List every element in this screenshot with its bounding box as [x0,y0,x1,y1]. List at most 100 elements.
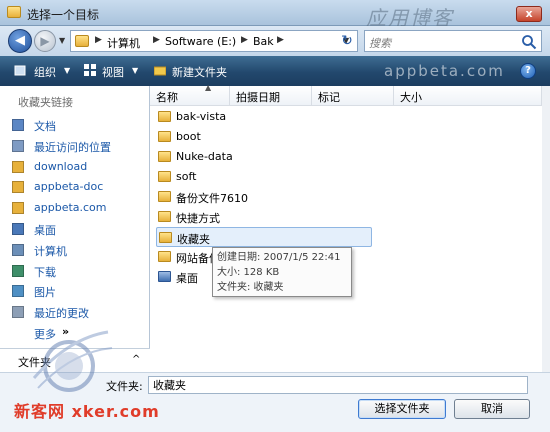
help-icon: ? [525,65,531,76]
recent-changes-icon [12,306,24,319]
watermark-site-text: 新客网 xker.com [14,402,160,421]
file-name: 快捷方式 [176,212,220,225]
sidebar-item-label: download [34,159,88,173]
chevron-down-icon[interactable]: ▼ [64,66,70,75]
folder-icon [75,35,89,47]
breadcrumb-bak[interactable]: Bak [253,35,274,48]
new-folder-button[interactable]: 新建文件夹 [172,64,227,80]
window-title: 选择一个目标 [27,8,100,22]
sidebar-item[interactable]: appbeta.com [10,199,146,217]
chevron-down-icon[interactable]: ▼ [132,66,138,75]
desktop-icon [158,271,171,282]
column-label: 名称 [156,91,178,104]
sidebar-item-label: 下载 [34,265,56,279]
sidebar-item[interactable]: 计算机 [10,241,146,259]
breadcrumb-computer[interactable]: 计算机 [107,35,140,51]
breadcrumb-chevron-icon[interactable]: ▶ [277,35,284,45]
folder-icon [158,211,171,222]
file-list-item[interactable]: Nuke-data [156,147,372,167]
search-icon[interactable] [521,34,537,50]
column-header-name[interactable]: 名称 ▲ [150,83,230,106]
column-label: 大小 [400,91,422,104]
sidebar-item-label: 计算机 [34,244,67,258]
breadcrumb-chevron-icon[interactable]: ▶ [95,35,102,45]
file-list-item[interactable]: bak-vista [156,107,372,127]
file-list-item[interactable]: 快捷方式 [156,207,372,227]
cancel-button[interactable]: 取消 [454,399,530,419]
forward-arrow-icon: ▶ [40,34,50,48]
downloads-icon [12,264,24,277]
folder-icon [158,191,171,202]
file-name: 收藏夹 [177,233,210,246]
desktop-icon [12,223,24,235]
sidebar-item[interactable]: 文档 [10,116,146,134]
watermark-globe-logo [32,330,113,392]
file-name: 桌面 [176,272,198,285]
tooltip-created: 创建日期: 2007/1/5 22:41 [217,252,341,263]
file-list-item[interactable]: 备份文件7610 [156,187,372,207]
file-name: Nuke-data [176,150,233,163]
select-folder-button[interactable]: 选择文件夹 [358,399,446,419]
sidebar-item[interactable]: 最近访问的位置 [10,137,146,155]
file-name: boot [176,130,201,143]
search-input[interactable]: 搜索 [364,30,542,52]
address-row: ◀ ▶ ▼ ▶ 计算机 ▶ Software (E:) ▶ Bak ▶ ▼ ↻ … [0,26,550,56]
sidebar-item-label: 最近访问的位置 [34,140,111,154]
organize-button[interactable]: 组织 [34,64,56,80]
forward-button[interactable]: ▶ [34,30,56,52]
column-label: 拍摄日期 [236,91,280,104]
pictures-icon [12,285,24,298]
file-list-item[interactable]: soft [156,167,372,187]
file-list-item[interactable]: boot [156,127,372,147]
search-placeholder: 搜索 [369,37,391,50]
tooltip-size: 大小: 128 KB [217,267,280,278]
vertical-scrollbar[interactable] [542,86,550,372]
folder-icon [158,171,171,182]
watermark-site-text: appbeta.com [384,62,505,80]
column-header-size[interactable]: 大小 [394,86,542,106]
sidebar-item[interactable]: appbeta-doc [10,178,146,196]
close-button[interactable]: x [516,6,542,22]
breadcrumb-chevron-icon[interactable]: ▶ [153,35,160,45]
recent-places-icon [12,139,24,152]
breadcrumb-drive[interactable]: Software (E:) [165,35,236,48]
sidebar-item[interactable]: download [10,158,146,176]
folder-icon [158,131,171,142]
column-header-date-taken[interactable]: 拍摄日期 [230,86,312,106]
help-button[interactable]: ? [520,63,536,79]
file-list-pane: 名称 ▲ 拍摄日期 标记 大小 bak-vista boot Nuke-data so… [150,83,542,372]
column-label: 标记 [318,91,340,104]
close-icon: x [525,7,533,20]
sidebar-item-label: 图片 [34,286,56,300]
favorite-links-header: 收藏夹链接 [18,96,73,109]
folder-name-field[interactable] [148,376,528,394]
file-name: 备份文件7610 [176,192,248,205]
sidebar-item[interactable]: 下载 [10,262,146,280]
address-bar[interactable]: ▶ 计算机 ▶ Software (E:) ▶ Bak ▶ ▼ [70,30,358,52]
file-list-item[interactable]: 收藏夹 [156,227,372,247]
folder-icon [12,181,24,194]
chevron-up-icon: ^ [132,354,141,365]
back-arrow-icon: ◀ [15,33,25,48]
breadcrumb-chevron-icon[interactable]: ▶ [241,35,248,45]
folder-icon [158,151,171,162]
favorites-folder-icon [159,232,172,243]
sidebar-item-label: 桌面 [34,224,56,237]
folder-info-tooltip: 创建日期: 2007/1/5 22:41 大小: 128 KB 文件夹: 收藏夹 [212,247,352,297]
refresh-button[interactable]: ↻ [336,30,358,52]
sidebar-item[interactable]: 桌面 [10,220,146,238]
recent-pages-dropdown[interactable]: ▼ [59,36,65,45]
column-header-tags[interactable]: 标记 [312,86,394,106]
command-toolbar: 组织 ▼ 视图 ▼ 新建文件夹 appbeta.com ? [0,56,550,86]
computer-icon [12,243,24,256]
file-name: bak-vista [176,110,227,123]
back-button[interactable]: ◀ [8,29,32,53]
sidebar-item[interactable]: 图片 [10,282,146,300]
refresh-icon: ↻ [341,33,353,49]
tooltip-folder: 文件夹: 收藏夹 [217,282,284,293]
new-folder-icon [154,66,166,76]
view-button[interactable]: 视图 [102,64,124,80]
sidebar-item-label: appbeta.com [34,201,107,215]
organize-icon [14,65,26,76]
view-icon [84,64,96,76]
